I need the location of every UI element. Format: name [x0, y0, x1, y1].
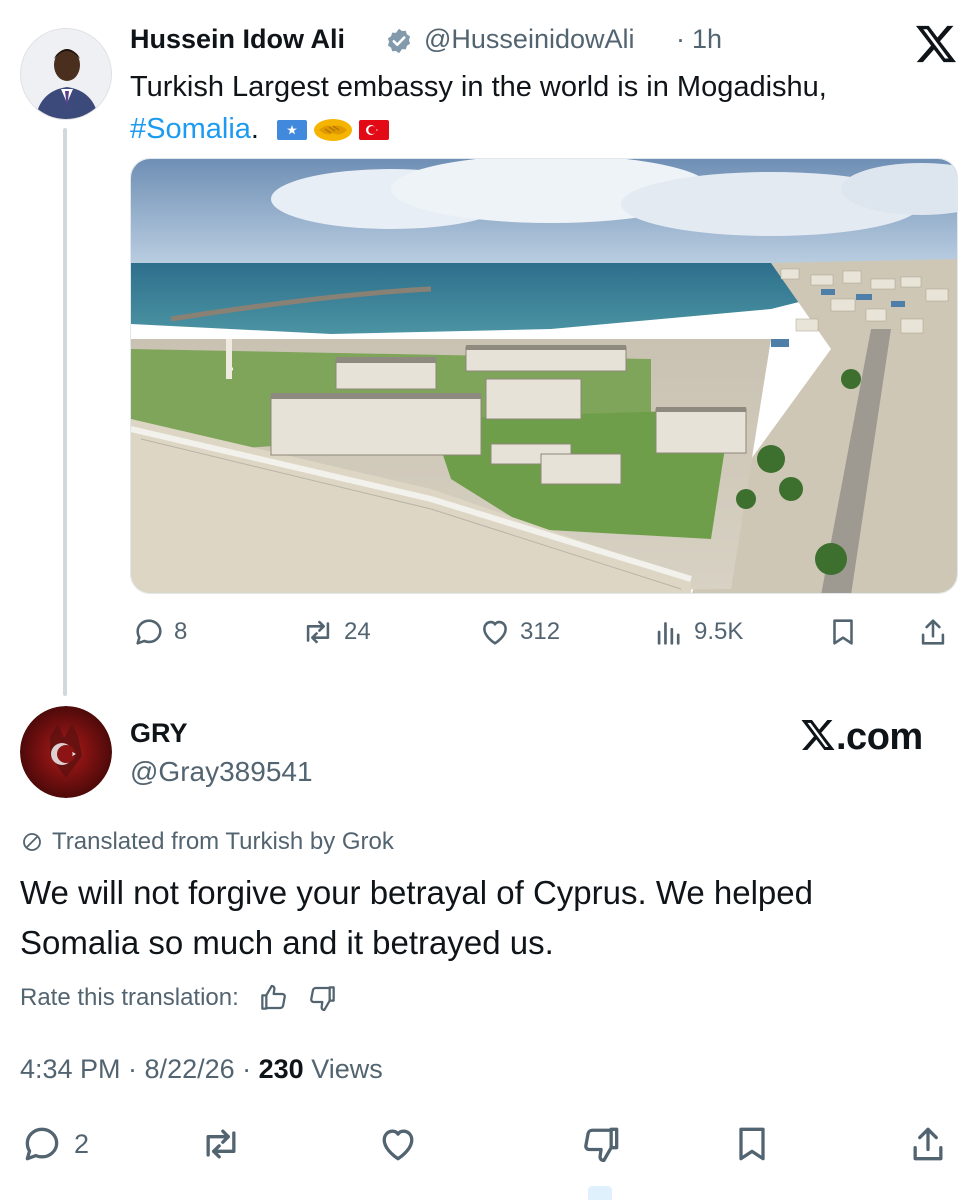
like-button[interactable] — [376, 1122, 420, 1166]
translated-label: Translated from Turkish by Grok — [52, 828, 394, 855]
tweet-meta: 4:34 PM · 8/22/26 · 230 Views — [20, 1054, 383, 1085]
embassy-photo[interactable] — [130, 158, 958, 594]
author-name[interactable]: GRY — [130, 718, 188, 749]
tweet-suffix: . — [250, 113, 259, 145]
repost-icon — [206, 1129, 236, 1159]
heart-icon — [382, 1129, 414, 1161]
views-button[interactable]: 9.5K — [652, 612, 743, 652]
somalia-flag-icon — [277, 120, 308, 141]
reply-count: 2 — [74, 1128, 90, 1159]
x-logo-icon — [801, 720, 835, 750]
thread-line — [63, 128, 67, 696]
author-handle[interactable]: @Gray389541 — [130, 756, 313, 788]
separator-dot: · — [676, 24, 685, 54]
reply-button[interactable]: 8 — [132, 612, 187, 652]
views-count: 9.5K — [694, 618, 744, 645]
reply-count: 8 — [174, 618, 188, 645]
translate-icon — [23, 833, 41, 851]
reply-icon — [25, 1127, 59, 1161]
rate-label: Rate this translation: — [20, 984, 239, 1011]
tweet-actions: 2 — [20, 1122, 960, 1166]
thumbs-up-icon[interactable] — [257, 982, 289, 1014]
share-icon — [921, 619, 945, 645]
repost-icon — [306, 620, 330, 644]
watermark-text: .com — [836, 716, 923, 758]
rate-translation: Rate this translation: — [20, 982, 339, 1014]
author-handle[interactable]: @HusseinidowAli — [424, 24, 635, 55]
bookmark-icon — [739, 1127, 765, 1161]
repost-count: 24 — [344, 618, 371, 645]
translation-notice[interactable]: Translated from Turkish by Grok — [20, 828, 394, 856]
tweet-text: We will not forgive your betrayal of Cyp… — [20, 874, 813, 961]
tweet-actions: 8 24 312 9.5K — [130, 612, 958, 652]
like-count: 312 — [520, 618, 561, 645]
x-com-watermark: .com — [800, 716, 923, 759]
views-icon — [657, 622, 680, 645]
repost-button[interactable]: 24 — [300, 612, 371, 652]
bookmark-button[interactable] — [826, 612, 860, 652]
avatar[interactable] — [20, 706, 112, 798]
thumbs-down-icon[interactable] — [307, 982, 339, 1014]
reply-button[interactable]: 2 — [20, 1122, 89, 1166]
share-button[interactable] — [916, 612, 950, 652]
hashtag-link[interactable]: #Somalia — [130, 113, 251, 145]
timestamp[interactable]: 1h — [692, 24, 722, 55]
thumbs-down-icon — [584, 1127, 619, 1163]
tweet-text: Turkish Largest embassy in the world is … — [130, 66, 930, 150]
share-button[interactable] — [906, 1122, 950, 1166]
heart-icon — [483, 620, 507, 645]
verified-badge-icon — [387, 28, 411, 54]
bookmark-button[interactable] — [730, 1122, 774, 1166]
views-count: 230 — [258, 1054, 304, 1084]
repost-button[interactable] — [198, 1122, 244, 1166]
handshake-icon — [314, 119, 353, 142]
reply-icon — [136, 619, 162, 645]
like-button[interactable]: 312 — [478, 612, 560, 652]
dislike-button[interactable] — [580, 1122, 624, 1166]
x-logo-icon[interactable] — [914, 24, 958, 64]
meta-time[interactable]: 4:34 PM · 8/22/26 · — [20, 1054, 259, 1084]
share-icon — [913, 1127, 943, 1161]
tweet-body: Turkish Largest embassy in the world is … — [130, 71, 827, 103]
avatar[interactable] — [20, 28, 112, 120]
author-name[interactable]: Hussein Idow Ali — [130, 24, 345, 55]
scroll-indicator — [588, 1186, 612, 1200]
turkey-flag-icon — [359, 120, 390, 141]
views-label: Views — [303, 1054, 383, 1084]
bookmark-icon — [833, 619, 853, 645]
